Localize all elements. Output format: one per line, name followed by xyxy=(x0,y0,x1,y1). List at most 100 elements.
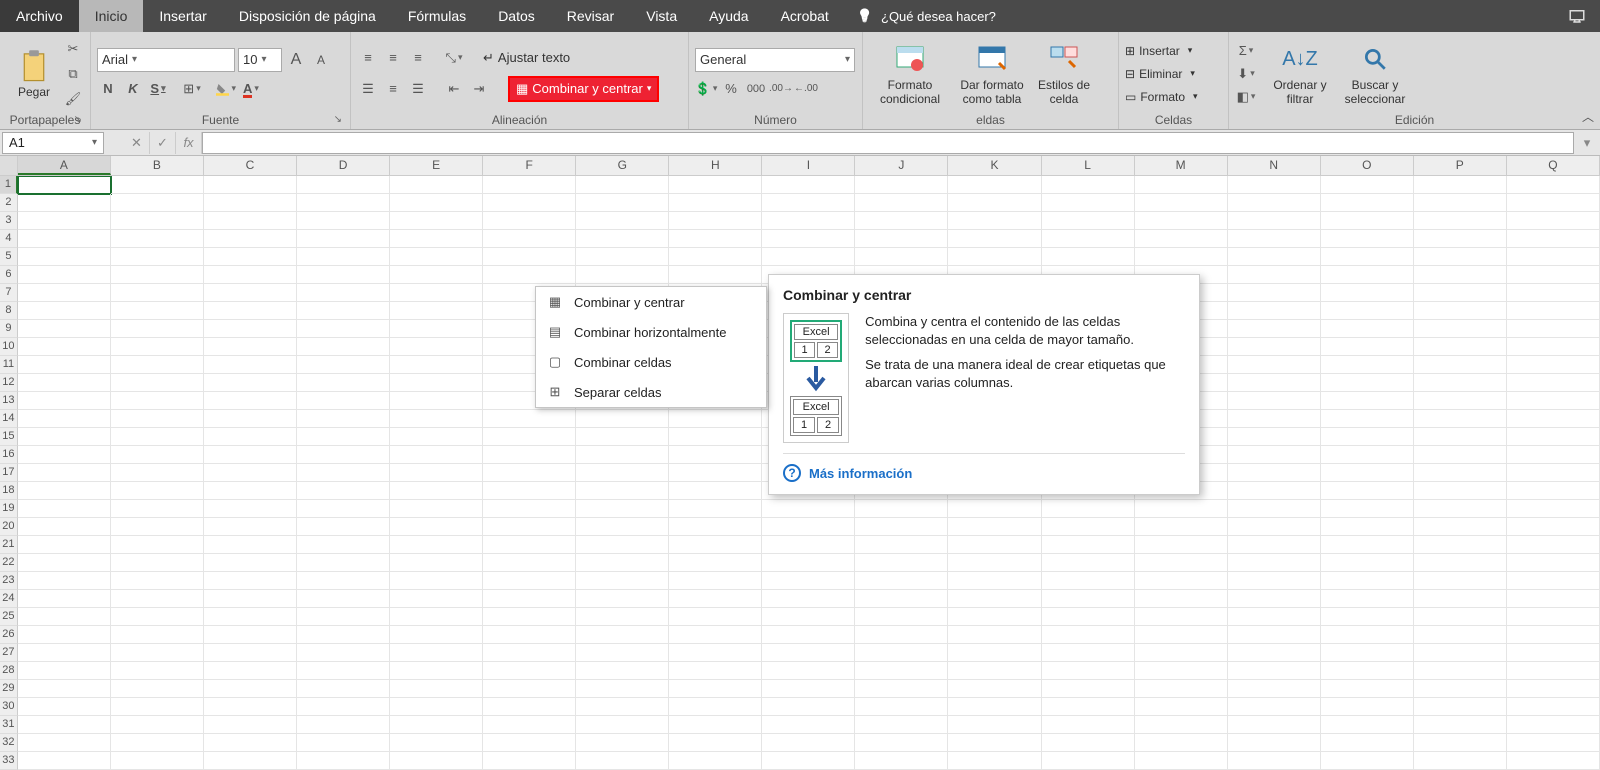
row-header[interactable]: 17 xyxy=(0,464,18,482)
align-left-button[interactable]: ☰ xyxy=(357,78,379,100)
cell[interactable] xyxy=(669,176,762,194)
cell[interactable] xyxy=(762,644,855,662)
tab-file[interactable]: Archivo xyxy=(0,0,79,32)
cell[interactable] xyxy=(762,212,855,230)
cell[interactable] xyxy=(1135,248,1228,266)
cell[interactable] xyxy=(855,590,948,608)
find-select-button[interactable]: Buscar y seleccionar xyxy=(1335,37,1415,111)
cell[interactable] xyxy=(390,662,483,680)
cell[interactable] xyxy=(576,716,669,734)
cell[interactable] xyxy=(297,518,390,536)
cell[interactable] xyxy=(390,464,483,482)
cell[interactable] xyxy=(762,194,855,212)
cell[interactable] xyxy=(1042,608,1135,626)
cell[interactable] xyxy=(1228,608,1321,626)
cell[interactable] xyxy=(669,410,762,428)
row-header[interactable]: 33 xyxy=(0,752,18,770)
cell[interactable] xyxy=(390,500,483,518)
cell[interactable] xyxy=(297,446,390,464)
cell[interactable] xyxy=(1507,482,1600,500)
align-right-button[interactable]: ☰ xyxy=(407,78,429,100)
cell[interactable] xyxy=(1414,356,1507,374)
cell[interactable] xyxy=(111,284,204,302)
cell[interactable] xyxy=(1228,554,1321,572)
cell[interactable] xyxy=(297,644,390,662)
row-header[interactable]: 7 xyxy=(0,284,18,302)
cell[interactable] xyxy=(576,518,669,536)
underline-button[interactable]: S xyxy=(147,78,169,100)
font-name-select[interactable]: Arial▾ xyxy=(97,48,235,72)
cell[interactable] xyxy=(1321,536,1414,554)
cell[interactable] xyxy=(204,752,297,770)
cell[interactable] xyxy=(576,608,669,626)
cell[interactable] xyxy=(483,752,576,770)
cell[interactable] xyxy=(111,572,204,590)
menu-unmerge-cells[interactable]: ⊞ Separar celdas xyxy=(536,377,766,407)
cell[interactable] xyxy=(18,356,111,374)
row-header[interactable]: 24 xyxy=(0,590,18,608)
cell[interactable] xyxy=(111,644,204,662)
cell[interactable] xyxy=(390,698,483,716)
align-bottom-button[interactable]: ≡ xyxy=(407,47,429,69)
cell[interactable] xyxy=(1414,662,1507,680)
cell[interactable] xyxy=(111,608,204,626)
column-header[interactable]: O xyxy=(1321,156,1414,175)
cell[interactable] xyxy=(1321,626,1414,644)
cell[interactable] xyxy=(1228,176,1321,194)
cell[interactable] xyxy=(855,536,948,554)
cell[interactable] xyxy=(18,698,111,716)
menu-merge-center[interactable]: ▦ Combinar y centrar xyxy=(536,287,766,317)
cell[interactable] xyxy=(1321,410,1414,428)
cell[interactable] xyxy=(1042,212,1135,230)
cell[interactable] xyxy=(1321,752,1414,770)
format-as-table-button[interactable]: Dar formato como tabla xyxy=(951,37,1033,111)
cell[interactable] xyxy=(297,194,390,212)
cell[interactable] xyxy=(762,518,855,536)
paste-button[interactable]: Pegar xyxy=(6,37,62,111)
share-icon[interactable] xyxy=(1554,0,1600,32)
cell[interactable] xyxy=(1414,374,1507,392)
cell[interactable] xyxy=(1321,734,1414,752)
cell[interactable] xyxy=(1228,410,1321,428)
cell[interactable] xyxy=(1414,428,1507,446)
cell[interactable] xyxy=(390,626,483,644)
cell[interactable] xyxy=(111,176,204,194)
cell[interactable] xyxy=(1507,428,1600,446)
cell[interactable] xyxy=(1414,464,1507,482)
cell[interactable] xyxy=(762,608,855,626)
cell[interactable] xyxy=(1507,590,1600,608)
cell[interactable] xyxy=(1228,518,1321,536)
cell[interactable] xyxy=(483,500,576,518)
cell[interactable] xyxy=(1228,212,1321,230)
cell[interactable] xyxy=(576,194,669,212)
cell[interactable] xyxy=(576,626,669,644)
cell[interactable] xyxy=(1507,230,1600,248)
cell[interactable] xyxy=(1042,194,1135,212)
cell[interactable] xyxy=(1135,194,1228,212)
cell[interactable] xyxy=(18,590,111,608)
cell[interactable] xyxy=(18,320,111,338)
cell[interactable] xyxy=(576,644,669,662)
cell[interactable] xyxy=(111,590,204,608)
cell[interactable] xyxy=(576,230,669,248)
cell[interactable] xyxy=(297,716,390,734)
tab-formulas[interactable]: Fórmulas xyxy=(392,0,482,32)
italic-button[interactable]: K xyxy=(122,78,144,100)
menu-merge-across[interactable]: ▤ Combinar horizontalmente xyxy=(536,317,766,347)
cell[interactable] xyxy=(297,302,390,320)
increase-font-button[interactable]: A xyxy=(285,49,307,71)
cell[interactable] xyxy=(297,536,390,554)
bold-button[interactable]: N xyxy=(97,78,119,100)
cell[interactable] xyxy=(390,302,483,320)
cell[interactable] xyxy=(1507,716,1600,734)
align-middle-button[interactable]: ≡ xyxy=(382,47,404,69)
cell[interactable] xyxy=(18,464,111,482)
cell[interactable] xyxy=(948,698,1041,716)
cell[interactable] xyxy=(1321,320,1414,338)
cell[interactable] xyxy=(204,608,297,626)
cell[interactable] xyxy=(1042,176,1135,194)
cell[interactable] xyxy=(762,698,855,716)
cell[interactable] xyxy=(18,662,111,680)
cell[interactable] xyxy=(855,176,948,194)
font-size-select[interactable]: 10▾ xyxy=(238,48,282,72)
